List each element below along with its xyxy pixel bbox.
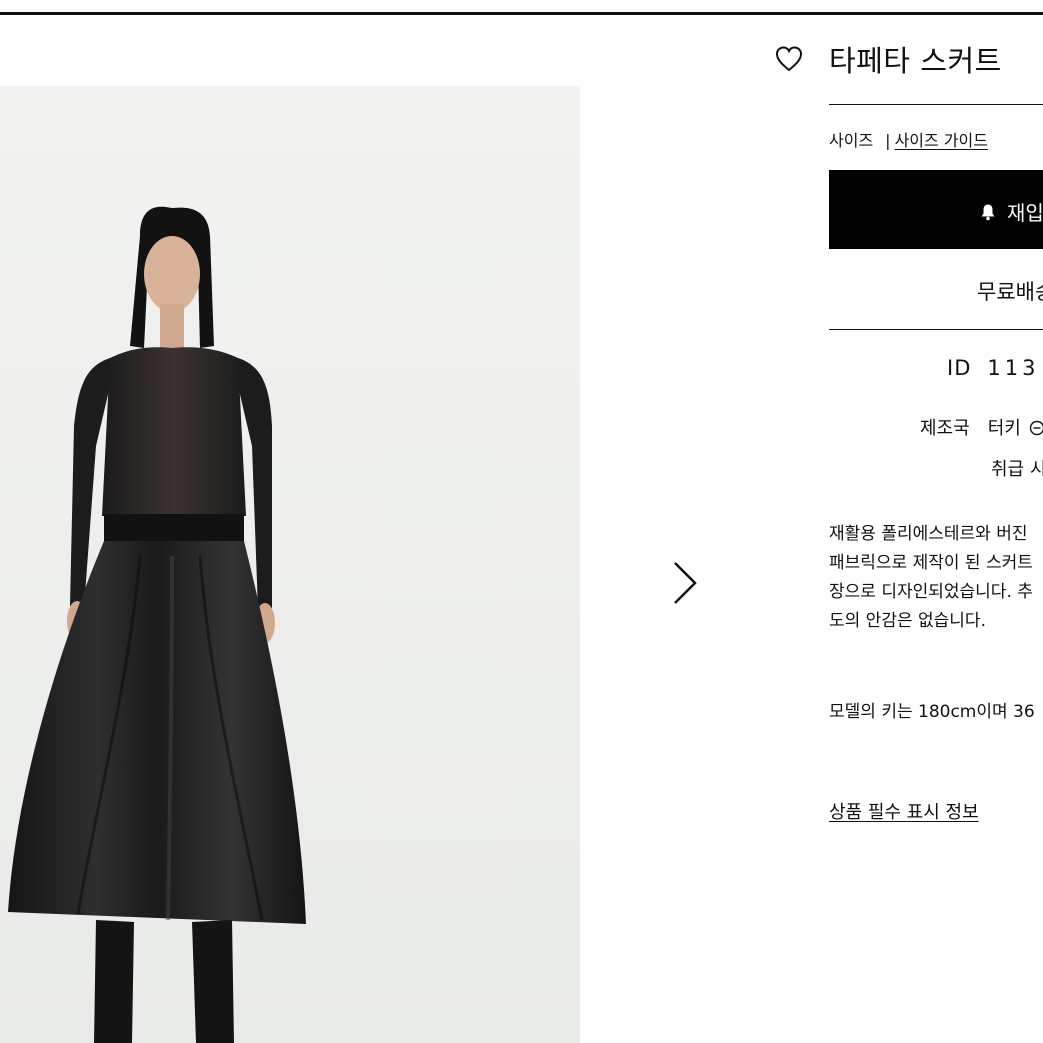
origin-value: 터키 (987, 418, 1021, 439)
size-label: 사이즈 (829, 131, 874, 150)
product-id-value: 113 (987, 356, 1040, 380)
chevron-right-icon (674, 562, 697, 604)
product-description: 재활용 폴리에스테르와 버진 패브릭으로 제작이 된 스커트 장으로 디자인되었… (829, 520, 1043, 636)
product-image[interactable] (0, 86, 580, 1043)
restock-button-label: 재입 (1007, 201, 1043, 225)
origin-row: 제조국 터키 (920, 414, 1043, 440)
top-bar (0, 0, 1043, 15)
description-line: 도의 안감은 없습니다. (829, 611, 986, 631)
carousel-next-button[interactable] (664, 560, 704, 606)
description-line: 재활용 폴리에스테르와 버진 (829, 524, 1028, 544)
info-circle-icon[interactable] (1029, 420, 1043, 436)
heart-outline-icon (775, 46, 803, 72)
model-photo-illustration (0, 86, 580, 1043)
product-info-link[interactable]: 상품 필수 표시 정보 (829, 798, 979, 824)
size-separator: | (885, 131, 891, 150)
restock-notify-button[interactable]: 재입 (829, 170, 1043, 249)
title-divider (829, 104, 1043, 105)
favorite-button[interactable] (774, 44, 804, 74)
free-shipping-text: 무료배송 (977, 280, 1043, 304)
care-instructions-row[interactable]: 취급 시 (991, 455, 1043, 481)
model-info-text: 모델의 키는 180cm이며 36 (829, 702, 1035, 722)
description-line: 장으로 디자인되었습니다. 추 (829, 582, 1033, 602)
bell-icon (981, 204, 995, 220)
product-id-row: ID 113 (947, 356, 1039, 380)
origin-label: 제조국 (920, 418, 970, 439)
product-id-label: ID (947, 356, 972, 380)
product-title: 타페타 스커트 (829, 44, 1002, 78)
size-guide-link[interactable]: 사이즈 가이드 (895, 131, 988, 150)
shipping-divider (829, 329, 1043, 330)
size-row: 사이즈 | 사이즈 가이드 (829, 127, 988, 151)
description-line: 패브릭으로 제작이 된 스커트 (829, 553, 1033, 573)
